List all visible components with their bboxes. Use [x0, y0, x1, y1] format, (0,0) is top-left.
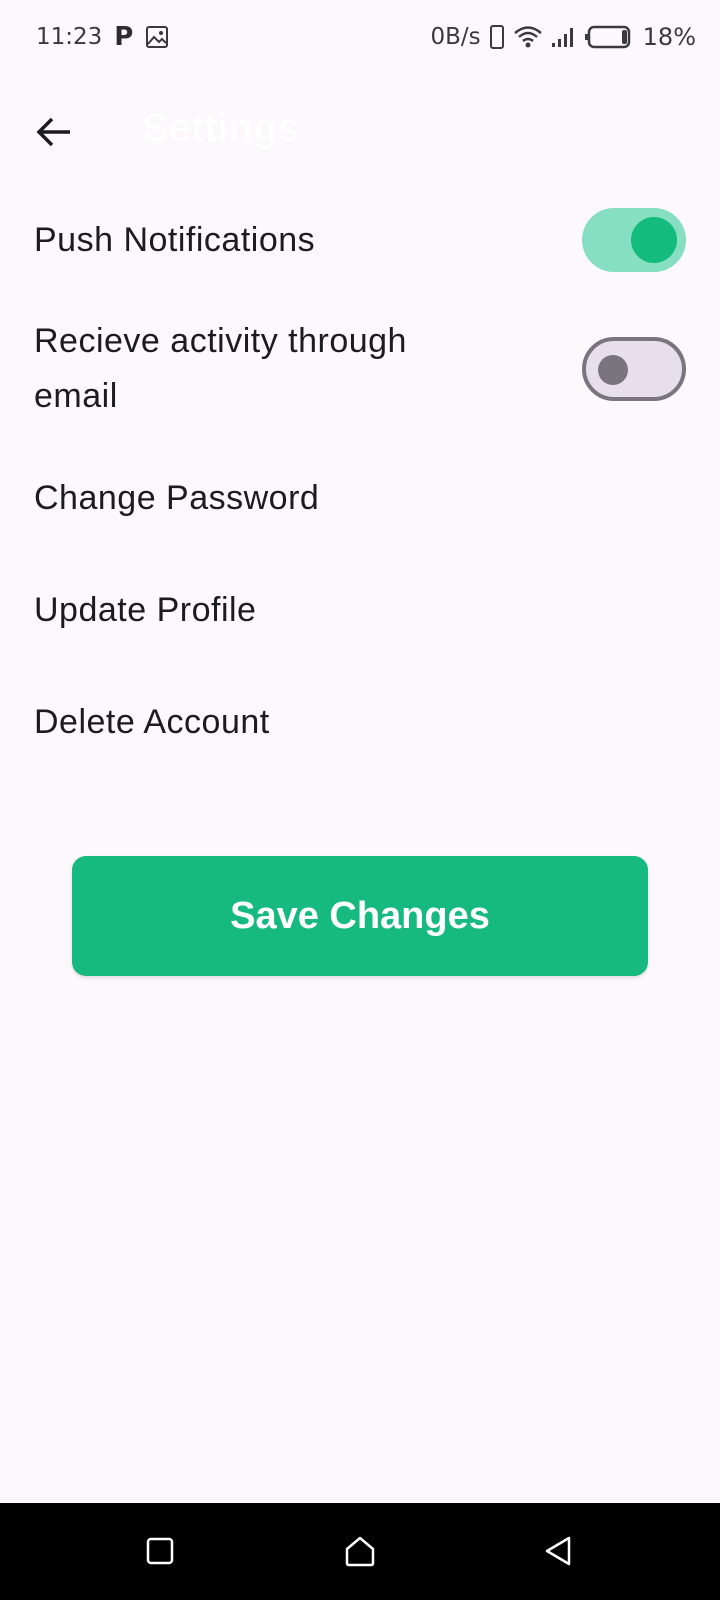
battery-icon — [584, 25, 631, 49]
update-profile-row[interactable]: Update Profile — [0, 580, 720, 640]
status-bar-left: 11:23 P — [36, 22, 169, 52]
back-triangle-icon — [544, 1535, 572, 1567]
home-icon — [344, 1535, 376, 1567]
arrow-left-icon — [36, 116, 72, 148]
page-title: Settings — [142, 106, 300, 150]
delete-account-label: Delete Account — [34, 702, 270, 741]
toggle-knob — [631, 217, 677, 263]
status-time: 11:23 — [36, 24, 103, 50]
system-nav-bar — [0, 1503, 720, 1600]
change-password-label: Change Password — [34, 478, 320, 517]
recents-button[interactable] — [130, 1521, 190, 1581]
parking-icon: P — [114, 22, 134, 52]
email-activity-label: Recieve activity through email — [34, 322, 407, 415]
change-password-row[interactable]: Change Password — [0, 468, 720, 528]
image-icon — [145, 25, 169, 49]
email-activity-toggle[interactable] — [582, 337, 686, 401]
signal-icon — [551, 26, 577, 48]
wifi-icon — [513, 25, 543, 49]
push-notifications-label: Push Notifications — [34, 220, 316, 259]
battery-percent: 18% — [642, 23, 696, 51]
recents-square-icon — [146, 1537, 174, 1565]
toggle-knob — [598, 355, 628, 385]
network-speed: 0B/s — [430, 24, 481, 50]
phone-icon — [489, 24, 505, 50]
push-notifications-row[interactable]: Push Notifications — [0, 206, 720, 274]
home-button[interactable] — [330, 1521, 390, 1581]
status-bar-right: 0B/s 18% — [431, 23, 697, 51]
system-back-button[interactable] — [528, 1521, 588, 1581]
update-profile-label: Update Profile — [34, 590, 257, 629]
status-bar: 11:23 P 0B/s 18% — [0, 0, 720, 74]
app-bar: Settings — [0, 88, 720, 168]
delete-account-row[interactable]: Delete Account — [0, 692, 720, 752]
push-notifications-toggle[interactable] — [582, 208, 686, 272]
back-button[interactable] — [26, 104, 82, 160]
email-activity-row[interactable]: Recieve activity through email — [0, 310, 720, 428]
save-changes-button[interactable]: Save Changes — [72, 856, 648, 976]
